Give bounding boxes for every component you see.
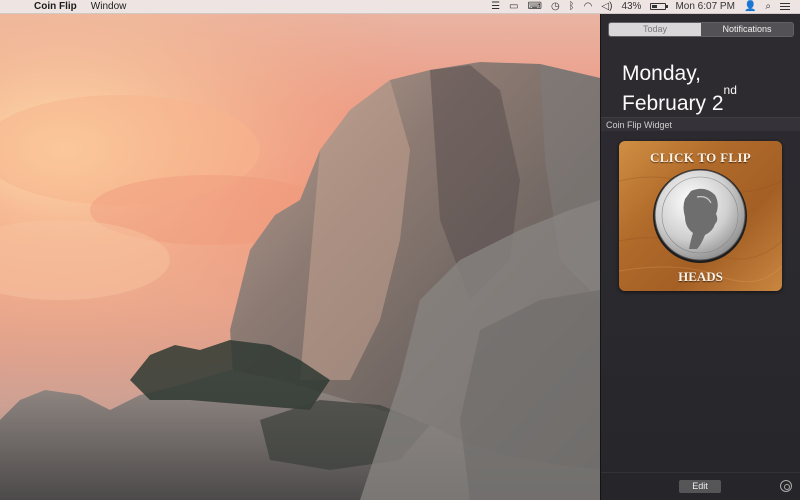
panel-footer: Edit [601, 472, 800, 500]
menu-bar: Coin Flip Window ☰ ▭ ⌨ ◷ ᛒ ◠ ◁) 43% Mon … [0, 0, 800, 14]
date-heading: Monday, February 2nd [622, 61, 737, 116]
settings-icon[interactable] [780, 480, 792, 492]
battery-icon[interactable] [650, 3, 669, 10]
clock[interactable]: Mon 6:07 PM [675, 0, 734, 14]
date-weekday: Monday, [622, 62, 701, 85]
coin-flip-widget[interactable]: CLICK TO FLIP HEADS [619, 141, 782, 291]
keyboard-icon[interactable]: ⌨ [528, 0, 542, 14]
tab-today[interactable]: Today [609, 23, 701, 36]
notification-center-panel: Today Notifications Monday, February 2nd… [600, 14, 800, 500]
airplay-icon[interactable]: ▭ [509, 0, 518, 14]
view-segmented-control: Today Notifications [608, 22, 794, 37]
edit-button[interactable]: Edit [679, 480, 721, 493]
stack-icon[interactable]: ☰ [491, 0, 500, 14]
bluetooth-icon[interactable]: ᛒ [569, 0, 575, 14]
battery-percent[interactable]: 43% [621, 0, 641, 14]
date-month-day: February 2nd [622, 83, 737, 116]
app-menu-coin-flip[interactable]: Coin Flip [34, 1, 77, 12]
battery-fill [652, 5, 658, 8]
volume-icon[interactable]: ◁) [601, 0, 612, 14]
notification-center-icon[interactable] [780, 3, 790, 10]
wifi-icon[interactable]: ◠ [584, 0, 593, 14]
date-month-day-text: February 2 [622, 92, 724, 115]
widget-section-title: Coin Flip Widget [601, 117, 800, 131]
flip-result-label: HEADS [678, 269, 723, 284]
date-ordinal-suffix: nd [723, 83, 737, 97]
click-to-flip-label[interactable]: CLICK TO FLIP [619, 150, 782, 166]
time-machine-icon[interactable]: ◷ [551, 0, 560, 14]
tab-notifications[interactable]: Notifications [701, 23, 793, 36]
menu-window[interactable]: Window [91, 1, 127, 12]
user-icon[interactable]: 👤 [744, 0, 756, 14]
spotlight-search-icon[interactable]: ⌕ [765, 0, 771, 14]
